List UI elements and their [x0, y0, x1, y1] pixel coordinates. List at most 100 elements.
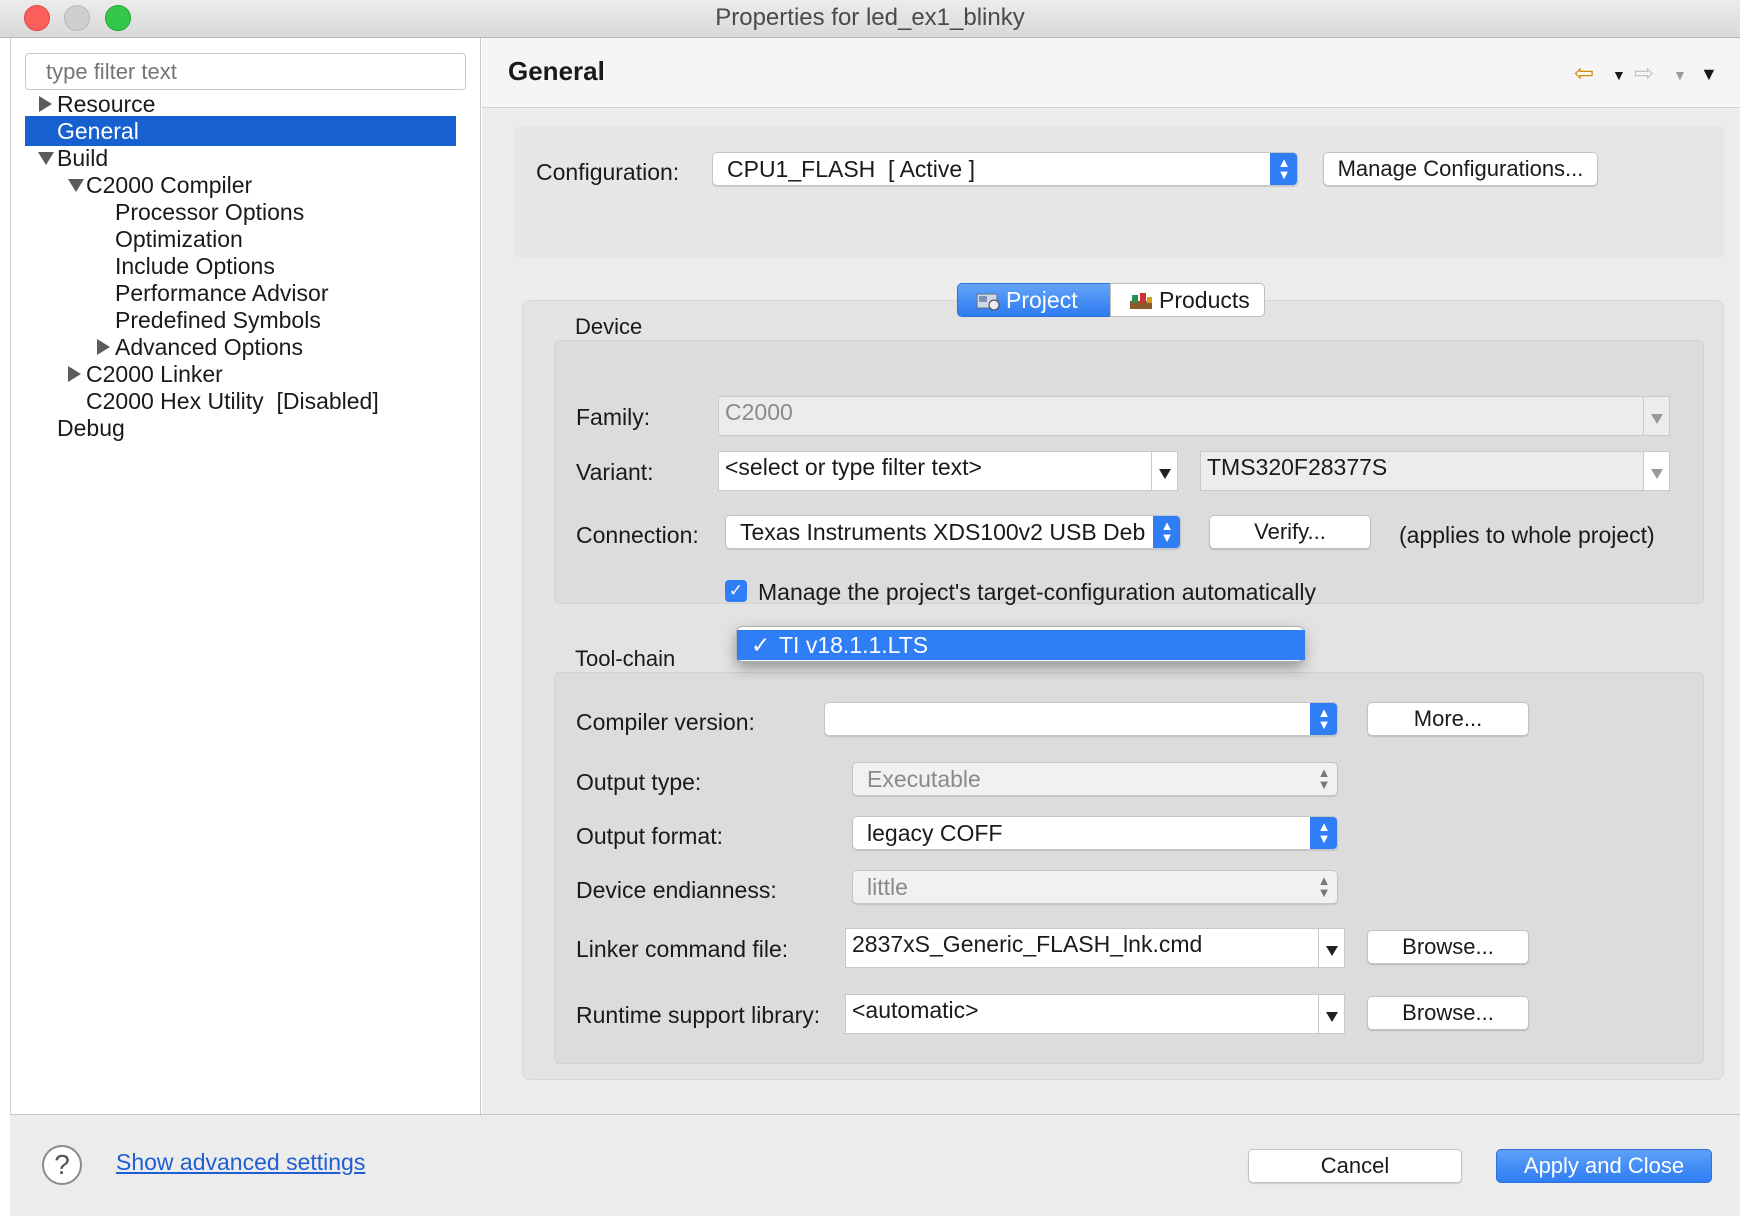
menu-down-icon[interactable]: ▼ — [1700, 64, 1718, 85]
page-title: General — [508, 56, 605, 86]
configuration-section — [514, 126, 1724, 258]
browse-runtime-button[interactable]: Browse... — [1367, 996, 1529, 1030]
output-type-value: Executable — [867, 766, 981, 792]
family-value: C2000 — [725, 399, 793, 425]
tab-label: Project — [1006, 287, 1078, 313]
variant-filter-value: <select or type filter text> — [725, 454, 982, 480]
linker-command-file-label: Linker command file: — [576, 936, 789, 962]
tree-item-label: Advanced Options — [115, 334, 303, 360]
tree-item-label: C2000 Compiler — [86, 172, 253, 198]
connection-value: Texas Instruments XDS100v2 USB Deb — [740, 519, 1146, 545]
up-down-stepper-icon: ▲ ▼ — [1153, 516, 1180, 548]
compiler-version-select[interactable]: ▲ ▼ — [824, 702, 1338, 736]
variant-filter-combo[interactable]: <select or type filter text> — [718, 451, 1178, 491]
tree-item-optimization[interactable]: Optimization — [25, 224, 456, 254]
manage-configurations-button[interactable]: Manage Configurations... — [1323, 152, 1598, 186]
checkmark-icon: ✓ — [751, 632, 771, 658]
products-icon — [1130, 293, 1152, 309]
dropdown-arrow-icon — [1151, 452, 1177, 490]
filter-input[interactable] — [25, 53, 466, 90]
linker-command-file-combo[interactable]: 2837xS_Generic_FLASH_lnk.cmd — [845, 928, 1345, 968]
family-combo[interactable]: C2000 — [718, 396, 1670, 436]
help-icon[interactable]: ? — [42, 1145, 82, 1185]
tab-label: Products — [1159, 287, 1250, 313]
page-header: General ⇦ ▼ ⇨ ▼ ▼ — [482, 38, 1740, 108]
tree-item-resource[interactable]: Resource — [25, 89, 456, 119]
collapse-triangle-icon[interactable] — [68, 179, 84, 192]
arrow-left-icon[interactable]: ⇦ — [1574, 62, 1594, 86]
tree-item-advanced-options[interactable]: Advanced Options — [25, 332, 456, 362]
dropdown-option-selected[interactable]: ✓ TI v18.1.1.LTS — [737, 630, 1305, 660]
browse-linker-button[interactable]: Browse... — [1367, 930, 1529, 964]
tree-item-include-options[interactable]: Include Options — [25, 251, 456, 281]
output-format-label: Output format: — [576, 823, 724, 849]
variant-value: TMS320F28377S — [1207, 454, 1388, 480]
compiler-version-label: Compiler version: — [576, 709, 755, 735]
tab-products[interactable]: Products — [1110, 283, 1265, 317]
arrow-right-icon[interactable]: ⇨ — [1634, 62, 1654, 86]
title-bar: Properties for led_ex1_blinky — [0, 0, 1740, 38]
project-icon — [976, 293, 1000, 311]
toolchain-section-title: Tool-chain — [575, 646, 676, 671]
runtime-support-library-value: <automatic> — [852, 997, 979, 1023]
cancel-button[interactable]: Cancel — [1248, 1149, 1462, 1183]
configuration-select[interactable]: CPU1_FLASH [ Active ] ▲ ▼ — [712, 152, 1298, 186]
endianness-value: little — [867, 874, 908, 900]
configuration-label: Configuration: — [536, 159, 680, 185]
tree-item-predefined-symbols[interactable]: Predefined Symbols — [25, 305, 456, 335]
tree-item-performance-advisor[interactable]: Performance Advisor — [25, 278, 456, 308]
manage-target-label: Manage the project's target-configuratio… — [758, 579, 1316, 605]
verify-button[interactable]: Verify... — [1209, 515, 1371, 549]
tree-item-label: Predefined Symbols — [115, 307, 321, 333]
expand-triangle-icon[interactable] — [97, 339, 110, 355]
tree-item-processor-options[interactable]: Processor Options — [25, 197, 456, 227]
runtime-support-library-combo[interactable]: <automatic> — [845, 994, 1345, 1034]
tree-item-debug[interactable]: Debug — [25, 413, 456, 443]
tree-item-c2000-linker[interactable]: C2000 Linker — [25, 359, 456, 389]
chevron-down-icon[interactable]: ▼ — [1673, 67, 1687, 83]
tree-item-label: Resource — [57, 91, 156, 117]
tree-item-build[interactable]: Build — [25, 143, 456, 173]
tree-item-label: Optimization — [115, 226, 243, 252]
configuration-value: CPU1_FLASH [ Active ] — [727, 156, 975, 182]
expand-triangle-icon[interactable] — [39, 96, 52, 112]
linker-command-file-value: 2837xS_Generic_FLASH_lnk.cmd — [852, 931, 1203, 957]
tree-item-label: Debug — [57, 415, 125, 441]
checkmark-icon: ✓ — [728, 581, 744, 600]
tree-item-general[interactable]: General — [25, 116, 456, 146]
up-down-stepper-icon: ▲ ▼ — [1317, 765, 1331, 792]
output-format-value: legacy COFF — [867, 820, 1003, 846]
tree-item-label: General — [57, 118, 139, 144]
endianness-select[interactable]: little ▲ ▼ — [852, 870, 1338, 904]
up-down-stepper-icon: ▲ ▼ — [1310, 817, 1337, 849]
collapse-triangle-icon[interactable] — [38, 152, 54, 165]
manage-target-checkbox[interactable]: ✓ — [725, 580, 747, 602]
connection-select[interactable]: Texas Instruments XDS100v2 USB Deb ▲ ▼ — [725, 515, 1181, 549]
up-down-stepper-icon: ▲ ▼ — [1317, 873, 1331, 900]
up-down-stepper-icon: ▲ ▼ — [1310, 703, 1337, 735]
dropdown-arrow-icon — [1318, 929, 1344, 967]
expand-triangle-icon[interactable] — [68, 366, 81, 382]
family-label: Family: — [576, 404, 651, 430]
dropdown-arrow-icon — [1318, 995, 1344, 1033]
tree-item-c2000-hex-utility[interactable]: C2000 Hex Utility [Disabled] — [25, 386, 456, 416]
apply-and-close-button[interactable]: Apply and Close — [1496, 1149, 1712, 1183]
show-advanced-settings-link[interactable]: Show advanced settings — [116, 1149, 365, 1176]
compiler-version-value: TI v18.1.1.LTS — [779, 632, 929, 658]
variant-combo[interactable]: TMS320F28377S — [1200, 451, 1670, 491]
tree-item-c2000-compiler[interactable]: C2000 Compiler — [25, 170, 456, 200]
runtime-support-library-label: Runtime support library: — [576, 1002, 821, 1028]
tree-item-label: Build — [57, 145, 109, 171]
more-button[interactable]: More... — [1367, 702, 1529, 736]
main-panel: General ⇦ ▼ ⇨ ▼ ▼ Configuration: CPU1_FL… — [482, 38, 1740, 1114]
output-format-select[interactable]: legacy COFF ▲ ▼ — [852, 816, 1338, 850]
chevron-down-icon[interactable]: ▼ — [1612, 67, 1626, 83]
tree-item-label: C2000 Linker — [86, 361, 223, 387]
up-down-stepper-icon: ▲ ▼ — [1270, 153, 1297, 185]
endianness-label: Device endianness: — [576, 877, 777, 903]
tree-item-label: Performance Advisor — [115, 280, 329, 306]
device-section-title: Device — [575, 314, 643, 339]
dialog-footer: ? Show advanced settings Cancel Apply an… — [10, 1114, 1740, 1216]
tab-project[interactable]: Project — [957, 283, 1111, 317]
output-type-select[interactable]: Executable ▲ ▼ — [852, 762, 1338, 796]
